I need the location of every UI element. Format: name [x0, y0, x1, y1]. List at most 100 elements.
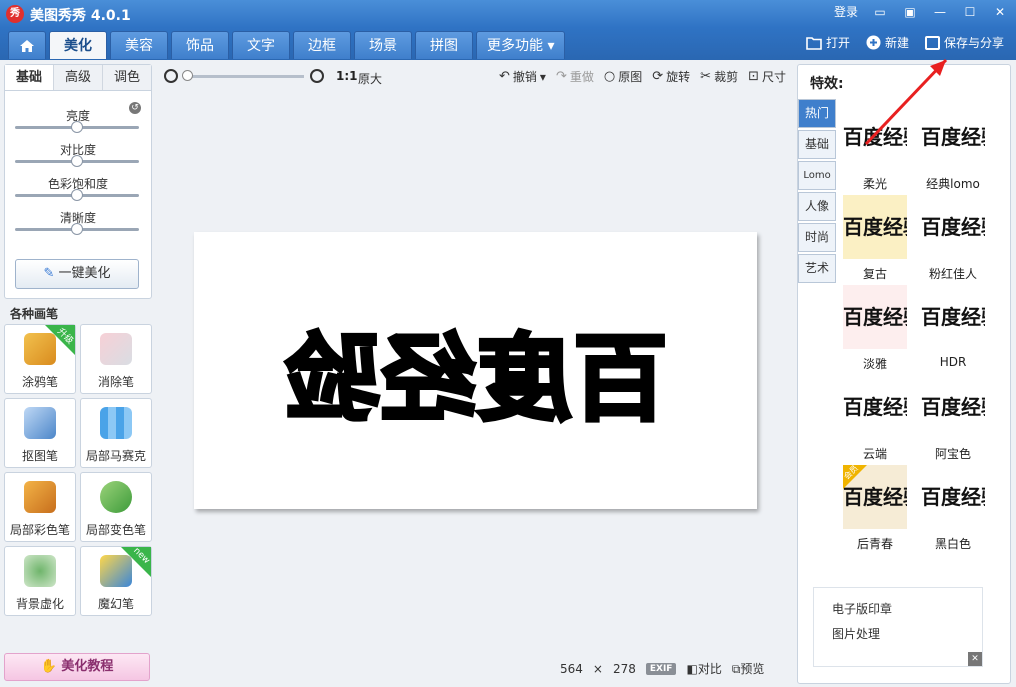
brush-cutout[interactable]: 抠图笔 — [4, 398, 76, 468]
new-button[interactable]: 新建 — [866, 34, 909, 51]
preview-button[interactable]: ⧉预览 — [732, 660, 765, 677]
redo-button[interactable]: ↷ 重做 — [556, 68, 594, 85]
brush-blur-bg[interactable]: 背景虚化 — [4, 546, 76, 616]
zoom-out-icon[interactable] — [164, 69, 178, 83]
sharpness-slider[interactable]: 清晰度 — [5, 207, 151, 241]
effect-thumb: 百度经验 — [921, 375, 985, 439]
slider-knob[interactable] — [71, 155, 83, 167]
tab-basic[interactable]: 基础 — [5, 65, 54, 90]
home-tab[interactable] — [8, 31, 46, 59]
zoom-knob[interactable] — [182, 70, 193, 81]
category-lomo[interactable]: Lomo — [798, 161, 836, 190]
brush-label: 抠图笔 — [21, 449, 58, 463]
maximize-icon[interactable]: ☐ — [962, 4, 978, 20]
category-portrait[interactable]: 人像 — [798, 192, 836, 221]
compare-label: 对比 — [697, 662, 722, 676]
zoom-in-icon[interactable] — [310, 69, 324, 83]
brush-label: 局部马赛克 — [85, 449, 146, 463]
mosaic-icon — [100, 407, 132, 439]
save-share-button[interactable]: 保存与分享 — [924, 34, 1004, 51]
brightness-slider[interactable]: 亮度 — [5, 105, 151, 139]
effect-thumb: 百度经验 — [843, 285, 907, 349]
ad-link[interactable]: 图片处理 — [832, 625, 982, 642]
effect-pink[interactable]: 百度经验粉红佳人 — [921, 195, 985, 285]
zoom-slider[interactable] — [184, 75, 304, 78]
compare-icon: ◧ — [686, 662, 698, 676]
tab-advanced[interactable]: 高级 — [54, 65, 103, 90]
ad-close-icon[interactable]: ✕ — [968, 652, 982, 666]
tab-accessories[interactable]: 饰品 — [171, 31, 229, 59]
contrast-slider[interactable]: 对比度 — [5, 139, 151, 173]
plus-icon — [866, 35, 881, 50]
ad-link[interactable]: 电子版印章 — [832, 600, 982, 617]
category-hot[interactable]: 热门 — [798, 99, 836, 128]
undo-icon: ↶ — [499, 69, 510, 84]
original-label: 原图 — [618, 70, 643, 84]
rotate-button[interactable]: ⟳ 旋转 — [652, 68, 690, 85]
tab-text[interactable]: 文字 — [232, 31, 290, 59]
effect-label: 经典lomo — [926, 177, 980, 191]
exif-button[interactable]: EXIF — [645, 662, 677, 675]
feedback-icon[interactable]: ▭ — [872, 4, 888, 20]
magic-icon: ✎ — [43, 266, 55, 281]
effect-cloud[interactable]: 百度经验云端 — [843, 375, 907, 465]
brush-doodle[interactable]: 升级 涂鸦笔 — [4, 324, 76, 394]
tab-more[interactable]: 更多功能 ▾ — [476, 31, 566, 59]
effect-label: HDR — [939, 355, 967, 369]
saturation-slider[interactable]: 色彩饱和度 — [5, 173, 151, 207]
tutorial-button[interactable]: ✋ 美化教程 — [4, 653, 150, 681]
image-canvas[interactable]: 百度经验 — [194, 232, 757, 509]
brush-label: 涂鸦笔 — [21, 375, 58, 389]
tab-scene[interactable]: 场景 — [354, 31, 412, 59]
category-basic[interactable]: 基础 — [798, 130, 836, 159]
brush-mosaic[interactable]: 局部马赛克 — [80, 398, 152, 468]
scissors-icon: ✂ — [700, 69, 712, 84]
effect-hdr[interactable]: 百度经验 HDR — [921, 285, 985, 375]
original-button[interactable]: ○ 原图 — [604, 68, 642, 85]
brush-magic[interactable]: new 魔幻笔 — [80, 546, 152, 616]
circle-icon: ○ — [603, 69, 616, 84]
effect-label: 云端 — [862, 447, 887, 461]
chevron-down-icon[interactable]: ▾ — [540, 70, 546, 84]
slider-knob[interactable] — [71, 189, 83, 201]
new-label: 新建 — [884, 36, 909, 50]
brush-eraser[interactable]: 消除笔 — [80, 324, 152, 394]
brush-recolor[interactable]: 局部变色笔 — [80, 472, 152, 542]
title-bar: 秀 美图秀秀 4.0.1 登录 ▭ ▣ — ☐ ✕ — [0, 0, 1016, 28]
brush-color[interactable]: 局部彩色笔 — [4, 472, 76, 542]
category-fashion[interactable]: 时尚 — [798, 223, 836, 252]
category-art[interactable]: 艺术 — [798, 254, 836, 283]
brush-label: 魔幻笔 — [97, 597, 134, 611]
hand-icon: ✋ — [40, 659, 57, 674]
effect-retro[interactable]: 百度经验复古 — [843, 195, 907, 285]
slider-knob[interactable] — [71, 223, 83, 235]
minimize-icon[interactable]: — — [932, 4, 948, 20]
redo-label: 重做 — [569, 70, 594, 84]
tab-color[interactable]: 调色 — [103, 65, 151, 90]
close-icon[interactable]: ✕ — [992, 4, 1008, 20]
undo-button[interactable]: ↶ 撤销 ▾ — [499, 68, 546, 85]
compare-button[interactable]: ◧对比 — [686, 660, 721, 677]
tab-beauty[interactable]: 美容 — [110, 31, 168, 59]
slider-knob[interactable] — [71, 121, 83, 133]
editor-toolbar: 1:1 原大 ↶ 撤销 ▾ ↷ 重做 ○ 原图 ⟳ 旋转 ✂ 裁剪 ⊡ 尺寸 — [160, 66, 790, 88]
save-icon — [924, 35, 940, 50]
open-button[interactable]: 打开 — [806, 34, 850, 51]
effect-abao[interactable]: 百度经验阿宝色 — [921, 375, 985, 465]
annotation-arrow-icon — [864, 58, 948, 146]
effect-elegant[interactable]: 百度经验淡雅 — [843, 285, 907, 375]
effect-youth[interactable]: 百度经验会员后青春 — [842, 464, 907, 555]
original-size-button[interactable]: 原大 — [358, 70, 382, 87]
effect-bw[interactable]: 百度经验黑白色 — [921, 465, 985, 555]
tab-border[interactable]: 边框 — [293, 31, 351, 59]
tab-collage[interactable]: 拼图 — [415, 31, 473, 59]
resize-button[interactable]: ⊡ 尺寸 — [748, 68, 786, 85]
one-key-beautify-button[interactable]: ✎ 一键美化 — [15, 259, 139, 289]
zoom-ratio[interactable]: 1:1 — [336, 69, 358, 83]
effect-label: 柔光 — [862, 177, 887, 191]
menu-icon[interactable]: ▣ — [902, 4, 918, 20]
crop-button[interactable]: ✂ 裁剪 — [700, 68, 738, 85]
tab-beautify[interactable]: 美化 — [49, 31, 107, 59]
pen-icon — [24, 407, 56, 439]
login-link[interactable]: 登录 — [834, 3, 858, 20]
